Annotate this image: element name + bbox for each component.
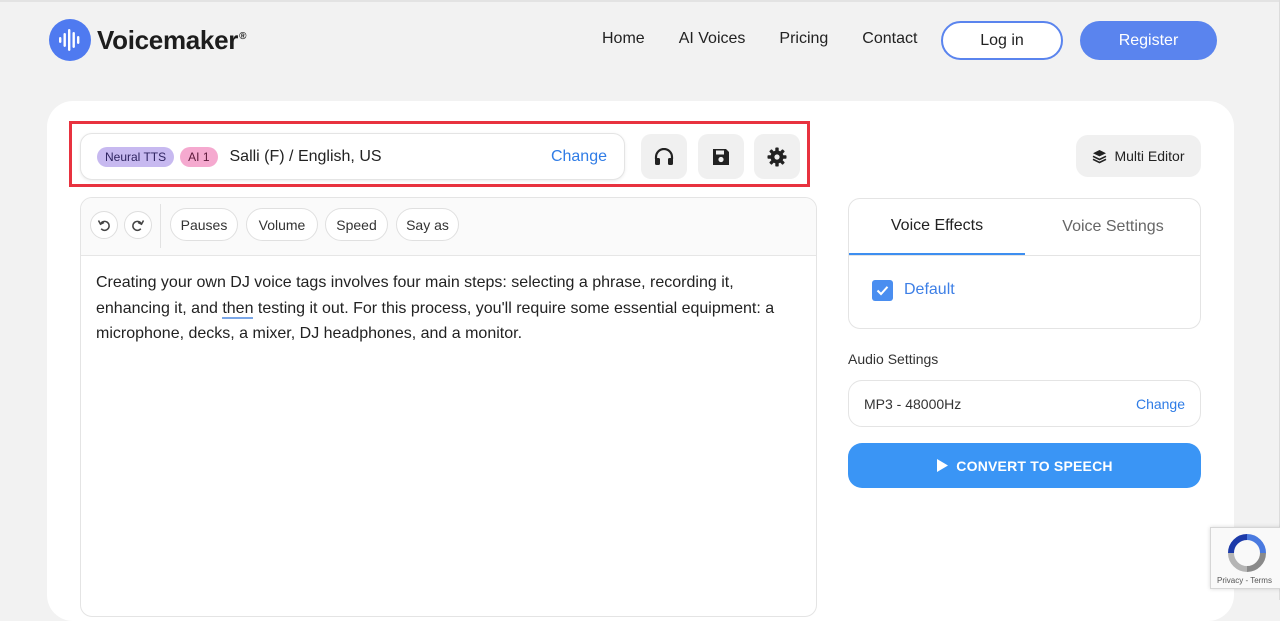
pauses-button[interactable]: Pauses: [170, 208, 238, 241]
redo-button[interactable]: [124, 211, 152, 239]
text-editor: Pauses Volume Speed Say as Creating your…: [80, 197, 817, 617]
checkmark-icon: [876, 286, 889, 296]
volume-button[interactable]: Volume: [246, 208, 318, 241]
play-icon: [937, 459, 949, 472]
multi-editor-label: Multi Editor: [1114, 148, 1185, 164]
toolbar-divider: [160, 204, 161, 248]
recaptcha-terms[interactable]: Privacy - Terms: [1217, 576, 1272, 585]
convert-label: CONVERT TO SPEECH: [956, 457, 1113, 474]
audio-settings-title: Audio Settings: [848, 351, 939, 367]
main-nav: Home AI Voices Pricing Contact: [602, 30, 951, 48]
tab-voice-settings[interactable]: Voice Settings: [1025, 199, 1200, 255]
convert-to-speech-button[interactable]: CONVERT TO SPEECH: [848, 443, 1201, 488]
login-button[interactable]: Log in: [941, 21, 1063, 60]
editor-toolbar: Pauses Volume Speed Say as: [81, 198, 816, 256]
nav-contact[interactable]: Contact: [862, 30, 917, 48]
change-audio-link[interactable]: Change: [1136, 396, 1185, 412]
top-divider: [0, 0, 1280, 2]
nav-home[interactable]: Home: [602, 30, 645, 48]
brand-name: Voicemaker®: [97, 24, 247, 55]
voice-options-panel: Voice Effects Voice Settings Default: [848, 198, 1201, 329]
layers-icon: [1093, 149, 1107, 163]
default-effect-label[interactable]: Default: [904, 281, 955, 299]
speed-button[interactable]: Speed: [325, 208, 388, 241]
underlined-word: then: [222, 299, 254, 319]
undo-icon: [97, 220, 110, 232]
tab-voice-effects[interactable]: Voice Effects: [849, 199, 1025, 255]
registered-mark: ®: [239, 30, 247, 42]
editor-text-area[interactable]: Creating your own DJ voice tags involves…: [96, 270, 801, 347]
nav-ai-voices[interactable]: AI Voices: [679, 30, 746, 48]
redo-icon: [132, 220, 145, 232]
default-effect-checkbox[interactable]: [872, 280, 893, 301]
multi-editor-button[interactable]: Multi Editor: [1076, 135, 1201, 177]
recaptcha-icon: [1228, 534, 1266, 572]
recaptcha-badge[interactable]: Privacy - Terms: [1210, 527, 1280, 589]
soundwave-icon: [49, 19, 91, 61]
nav-pricing[interactable]: Pricing: [779, 30, 828, 48]
brand-logo[interactable]: Voicemaker®: [49, 19, 246, 61]
tabs-divider: [849, 255, 1200, 256]
audio-format-value: MP3 - 48000Hz: [864, 395, 962, 412]
say-as-button[interactable]: Say as: [396, 208, 459, 241]
undo-button[interactable]: [90, 211, 118, 239]
voice-toolbar-highlight: [69, 121, 810, 187]
audio-format-box: MP3 - 48000Hz Change: [848, 380, 1201, 427]
register-button[interactable]: Register: [1080, 21, 1217, 60]
